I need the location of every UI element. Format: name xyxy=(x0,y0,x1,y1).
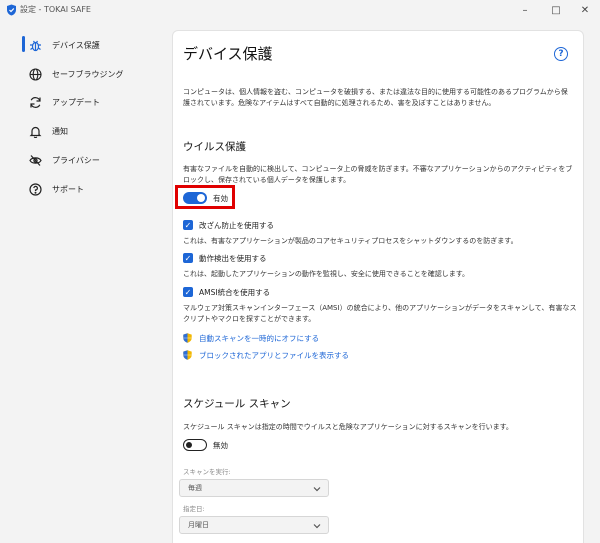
amsi-integration-description: マルウェア対策スキャンインターフェース（AMSI）の統合により、他のアプリケーシ… xyxy=(183,304,577,323)
sidebar-item-update[interactable]: アップデート xyxy=(22,90,162,114)
sidebar-item-label: アップデート xyxy=(52,97,100,107)
sidebar-item-notifications[interactable]: 通知 xyxy=(22,119,162,143)
sidebar-item-label: プライバシー xyxy=(52,155,100,165)
scan-day-label: 指定日: xyxy=(183,505,205,513)
checkmark-icon: ✓ xyxy=(184,253,192,263)
sidebar-item-privacy[interactable]: プライバシー xyxy=(22,148,162,172)
uac-shield-icon xyxy=(183,350,192,360)
sidebar-item-safe-browsing[interactable]: セーフブラウジング xyxy=(22,62,162,86)
behavior-detection-label: 動作検出を使用する xyxy=(199,254,267,263)
checkmark-icon: ✓ xyxy=(184,220,192,230)
bell-icon xyxy=(28,124,42,138)
main-panel: デバイス保護 ? コンピュータは、個人情報を盗む、コンピュータを破損する、または… xyxy=(172,30,584,543)
sidebar-item-device-protection[interactable]: デバイス保護 xyxy=(22,33,162,57)
close-button[interactable]: ✕ xyxy=(570,0,600,20)
scheduled-scan-toggle-label: 無効 xyxy=(213,441,228,450)
virus-protection-toggle[interactable] xyxy=(183,192,207,204)
run-scan-label: スキャンを実行: xyxy=(183,468,231,476)
tamper-protection-description: これは、有害なアプリケーションが製品のコアセキュリティプロセスをシャットダウンす… xyxy=(183,237,518,245)
sidebar-item-label: デバイス保護 xyxy=(52,40,100,50)
minimize-button[interactable]: – xyxy=(510,0,540,20)
amsi-integration-label: AMSI統合を使用する xyxy=(199,288,271,297)
scheduled-scan-toggle[interactable] xyxy=(183,439,207,451)
window-title: 設定 - TOKAI SAFE xyxy=(20,5,91,14)
scheduled-scan-title: スケジュール スキャン xyxy=(183,398,291,410)
scheduled-scan-description: スケジュール スキャンは指定の時間でウイルスと危険なアプリケーションに対するスキ… xyxy=(183,423,513,431)
sidebar-item-label: サポート xyxy=(52,184,84,194)
scan-day-select[interactable]: 月曜日 xyxy=(179,516,329,534)
run-scan-value: 毎週 xyxy=(188,484,202,492)
minimize-icon: – xyxy=(522,4,528,16)
help-icon[interactable]: ? xyxy=(554,47,568,61)
tamper-protection-label: 改ざん防止を使用する xyxy=(199,221,274,230)
virus-protection-description: 有害なファイルを自動的に検出して、コンピュータ上の脅威を防ぎます。不審なアプリケ… xyxy=(183,165,573,184)
blocked-apps-link[interactable]: ブロックされたアプリとファイルを表示する xyxy=(199,350,349,361)
help-glyph: ? xyxy=(558,49,564,59)
behavior-detection-description: これは、起動したアプリケーションの動作を監視し、安全に使用できることを確認します… xyxy=(183,270,470,278)
amsi-integration-checkbox[interactable]: ✓ xyxy=(183,287,193,297)
pause-auto-scan-link[interactable]: 自動スキャンを一時的にオフにする xyxy=(199,333,319,344)
close-icon: ✕ xyxy=(580,4,590,16)
refresh-icon xyxy=(28,95,42,109)
bug-icon xyxy=(28,38,42,52)
sidebar-item-support[interactable]: サポート xyxy=(22,177,162,201)
question-circle-icon xyxy=(28,182,42,196)
chevron-down-icon xyxy=(313,524,321,529)
maximize-button[interactable]: □ xyxy=(541,0,571,20)
virus-protection-toggle-label: 有効 xyxy=(213,194,228,203)
tamper-protection-checkbox[interactable]: ✓ xyxy=(183,220,193,230)
chevron-down-icon xyxy=(313,487,321,492)
eye-off-icon xyxy=(28,153,42,167)
sidebar-item-label: 通知 xyxy=(52,126,68,136)
sidebar-item-label: セーフブラウジング xyxy=(52,69,124,79)
intro-text: コンピュータは、個人情報を盗む、コンピュータを破損する、または違法な目的に使用す… xyxy=(183,88,568,107)
behavior-detection-checkbox[interactable]: ✓ xyxy=(183,253,193,263)
maximize-icon: □ xyxy=(551,4,561,16)
app-shield-icon xyxy=(7,4,16,16)
page-title: デバイス保護 xyxy=(183,45,273,63)
virus-protection-title: ウイルス保護 xyxy=(183,141,246,153)
run-scan-select[interactable]: 毎週 xyxy=(179,479,329,497)
scan-day-value: 月曜日 xyxy=(188,521,209,529)
globe-icon xyxy=(28,67,42,81)
checkmark-icon: ✓ xyxy=(184,287,192,297)
title-bar: 設定 - TOKAI SAFE – □ ✕ xyxy=(0,0,600,20)
uac-shield-icon xyxy=(183,333,192,343)
